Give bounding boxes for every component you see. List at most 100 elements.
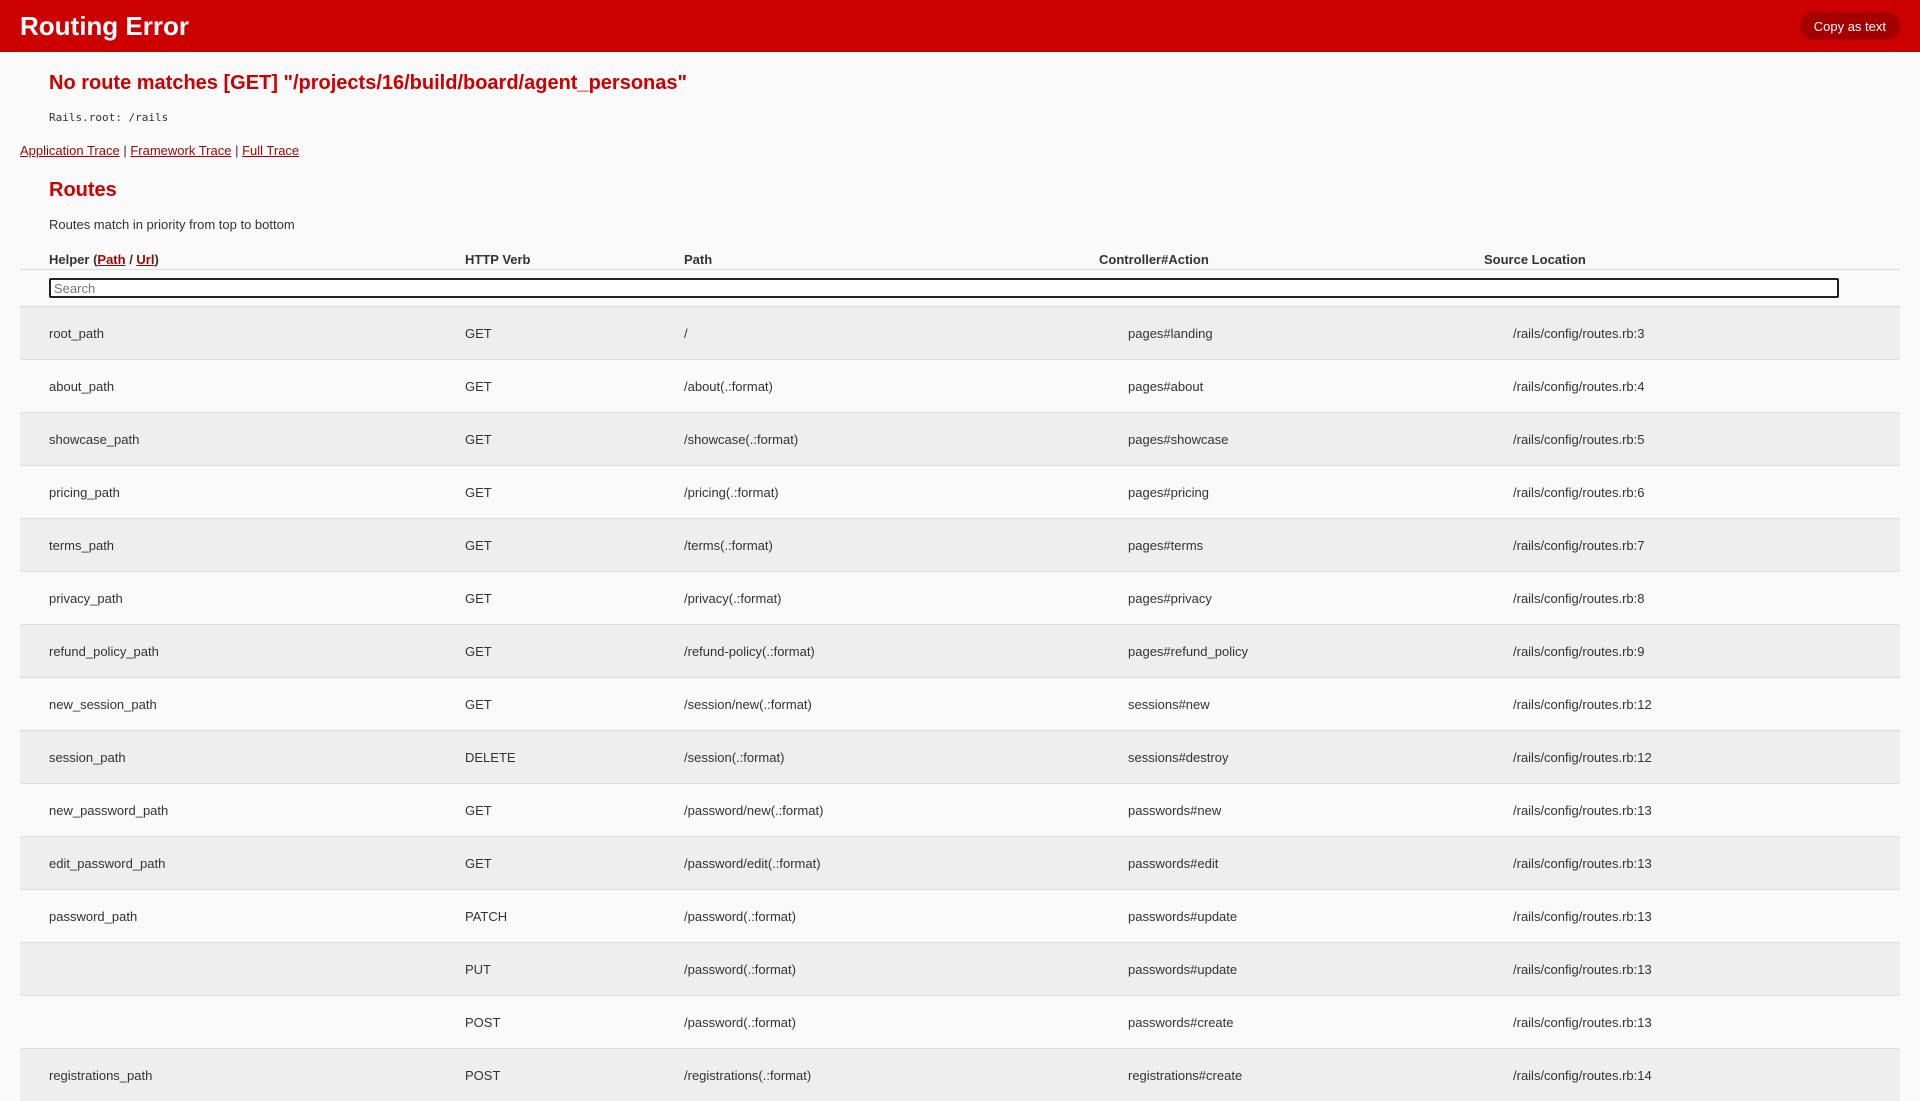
route-path-cell: / [684,307,1099,360]
rails-root: Rails.root: /rails [49,110,1900,126]
error-message: No route matches [GET] "/projects/16/bui… [49,70,1900,96]
route-helper-cell [20,943,465,996]
route-source-cell: /rails/config/routes.rb:13 [1484,784,1900,837]
helper-column-header: Helper (Path / Url) [20,249,465,270]
route-action-cell: passwords#update [1099,943,1484,996]
route-source-cell: /rails/config/routes.rb:7 [1484,519,1900,572]
route-row: about_pathGET/about(.:format)pages#about… [20,360,1900,413]
route-source-cell: /rails/config/routes.rb:9 [1484,625,1900,678]
framework-trace-link[interactable]: Framework Trace [130,143,231,158]
helper-url-toggle[interactable]: Url [136,252,154,267]
route-verb-cell: PATCH [465,890,684,943]
source-column-header: Source Location [1484,249,1900,270]
route-verb-cell: GET [465,519,684,572]
main-content: No route matches [GET] "/projects/16/bui… [0,70,1920,1101]
route-path-cell: /pricing(.:format) [684,466,1099,519]
route-action-cell: pages#refund_policy [1099,625,1484,678]
route-row: new_password_pathGET/password/new(.:form… [20,784,1900,837]
route-helper-cell [20,996,465,1049]
route-verb-cell: GET [465,466,684,519]
route-verb-cell: GET [465,678,684,731]
page-title: Routing Error [20,11,189,42]
route-row: terms_pathGET/terms(.:format)pages#terms… [20,519,1900,572]
route-path-cell: /terms(.:format) [684,519,1099,572]
route-path-cell: /password/new(.:format) [684,784,1099,837]
route-action-cell: passwords#new [1099,784,1484,837]
route-path-cell: /password(.:format) [684,890,1099,943]
route-verb-cell: GET [465,784,684,837]
route-path-cell: /refund-policy(.:format) [684,625,1099,678]
route-helper-cell: registrations_path [20,1049,465,1101]
helper-header-label: Helper ( [49,252,97,267]
trace-separator: | [120,143,131,158]
route-source-cell: /rails/config/routes.rb:5 [1484,413,1900,466]
route-helper-cell: edit_password_path [20,837,465,890]
route-helper-cell: pricing_path [20,466,465,519]
route-verb-cell: POST [465,996,684,1049]
route-helper-cell: password_path [20,890,465,943]
route-verb-cell: GET [465,625,684,678]
route-action-cell: pages#showcase [1099,413,1484,466]
route-action-cell: pages#landing [1099,307,1484,360]
route-path-cell: /password(.:format) [684,996,1099,1049]
route-row: registrations_pathPOST/registrations(.:f… [20,1049,1900,1101]
route-helper-cell: terms_path [20,519,465,572]
full-trace-link[interactable]: Full Trace [242,143,299,158]
route-helper-cell: new_password_path [20,784,465,837]
route-path-cell: /registrations(.:format) [684,1049,1099,1101]
route-row: password_pathPATCH/password(.:format)pas… [20,890,1900,943]
route-verb-cell: GET [465,360,684,413]
route-helper-cell: new_session_path [20,678,465,731]
route-action-cell: pages#about [1099,360,1484,413]
route-helper-cell: refund_policy_path [20,625,465,678]
route-source-cell: /rails/config/routes.rb:12 [1484,678,1900,731]
route-action-cell: pages#pricing [1099,466,1484,519]
routes-table-header: Helper (Path / Url) HTTP Verb Path Contr… [20,249,1900,270]
route-row: showcase_pathGET/showcase(.:format)pages… [20,413,1900,466]
route-action-cell: passwords#update [1099,890,1484,943]
route-path-cell: /session/new(.:format) [684,678,1099,731]
search-row [20,270,1900,307]
route-source-cell: /rails/config/routes.rb:4 [1484,360,1900,413]
search-cell [20,270,1900,307]
route-verb-cell: GET [465,307,684,360]
route-path-cell: /password(.:format) [684,943,1099,996]
route-row: new_session_pathGET/session/new(.:format… [20,678,1900,731]
route-source-cell: /rails/config/routes.rb:13 [1484,943,1900,996]
route-row: refund_policy_pathGET/refund-policy(.:fo… [20,625,1900,678]
route-source-cell: /rails/config/routes.rb:12 [1484,731,1900,784]
route-source-cell: /rails/config/routes.rb:13 [1484,996,1900,1049]
route-path-cell: /about(.:format) [684,360,1099,413]
route-helper-cell: showcase_path [20,413,465,466]
route-row: pricing_pathGET/pricing(.:format)pages#p… [20,466,1900,519]
application-trace-link[interactable]: Application Trace [20,143,120,158]
action-column-header: Controller#Action [1099,249,1484,270]
route-row: edit_password_pathGET/password/edit(.:fo… [20,837,1900,890]
route-action-cell: pages#privacy [1099,572,1484,625]
route-path-cell: /password/edit(.:format) [684,837,1099,890]
route-verb-cell: POST [465,1049,684,1101]
route-helper-cell: privacy_path [20,572,465,625]
helper-header-suffix: ) [154,252,158,267]
routes-table: Helper (Path / Url) HTTP Verb Path Contr… [20,249,1900,1101]
route-source-cell: /rails/config/routes.rb:14 [1484,1049,1900,1101]
route-row: POST/password(.:format)passwords#create/… [20,996,1900,1049]
route-path-cell: /session(.:format) [684,731,1099,784]
route-row: root_pathGET/pages#landing/rails/config/… [20,307,1900,360]
route-search-input[interactable] [49,278,1839,298]
route-path-cell: /privacy(.:format) [684,572,1099,625]
helper-path-toggle[interactable]: Path [97,252,125,267]
route-action-cell: pages#terms [1099,519,1484,572]
route-helper-cell: root_path [20,307,465,360]
route-row: PUT/password(.:format)passwords#update/r… [20,943,1900,996]
route-path-cell: /showcase(.:format) [684,413,1099,466]
path-column-header: Path [684,249,1099,270]
route-action-cell: passwords#edit [1099,837,1484,890]
page-header: Routing Error Copy as text [0,0,1920,52]
verb-column-header: HTTP Verb [465,249,684,270]
route-source-cell: /rails/config/routes.rb:6 [1484,466,1900,519]
route-row: privacy_pathGET/privacy(.:format)pages#p… [20,572,1900,625]
route-verb-cell: GET [465,837,684,890]
copy-as-text-button[interactable]: Copy as text [1800,12,1900,40]
route-source-cell: /rails/config/routes.rb:3 [1484,307,1900,360]
